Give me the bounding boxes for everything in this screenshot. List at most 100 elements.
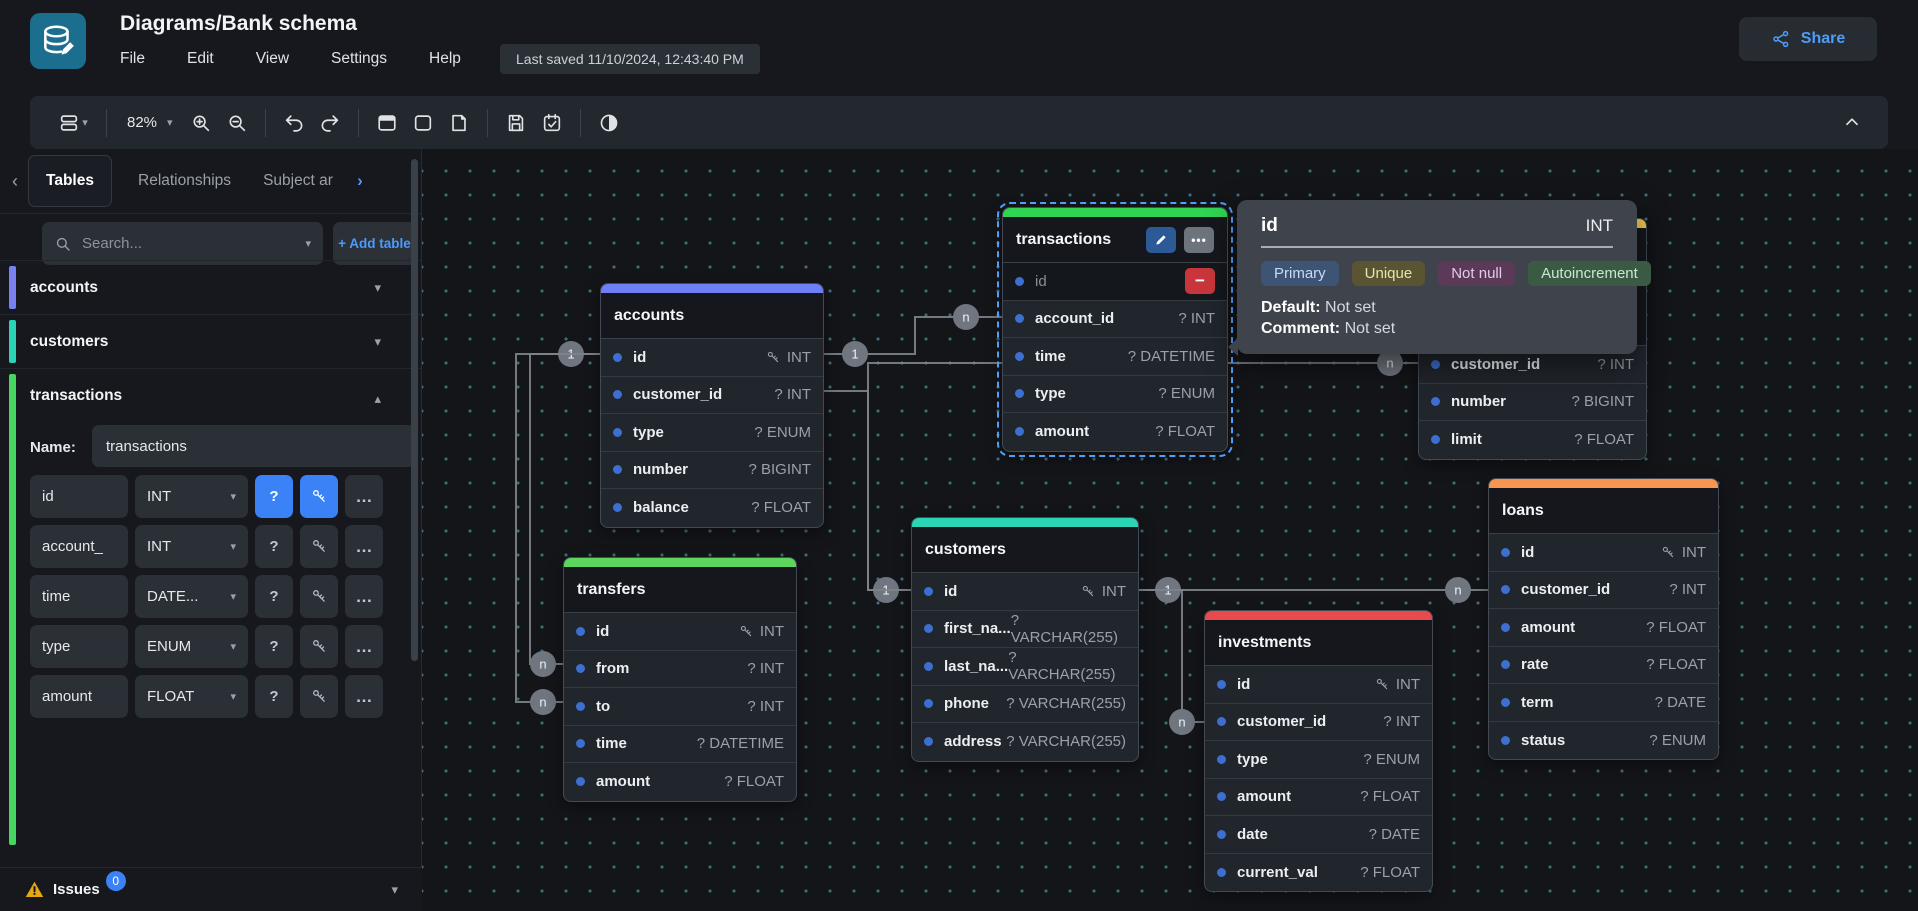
field-row-customer_id[interactable]: customer_id? INT [601,377,823,415]
field-row-id[interactable]: idINT [564,613,796,651]
chevron-down-icon[interactable]: ▾ [374,280,381,296]
share-button[interactable]: Share [1739,17,1877,61]
field-row-last_na[interactable]: last_na...? VARCHAR(255) [912,648,1138,686]
menu-item-view[interactable]: View [256,50,289,68]
search-input[interactable]: Search... ▾ [42,222,323,265]
tab-subject-ar[interactable]: Subject ar [263,172,349,190]
field-row-phone[interactable]: phone? VARCHAR(255) [912,686,1138,724]
relationship-line[interactable] [1137,590,1204,722]
table-header[interactable]: transfers [564,567,796,613]
field-more-button[interactable]: … [345,525,383,568]
field-row-customer_id[interactable]: customer_id? INT [1489,572,1718,610]
primary-key-toggle-button[interactable] [300,625,338,668]
field-name-input[interactable]: account_ [30,525,128,568]
field-row-type[interactable]: type? ENUM [1205,741,1432,779]
field-row-amount[interactable]: amount? FLOAT [564,763,796,801]
diagram-canvas[interactable]: 1n1nn1n1nn accountsidINTcustomer_id? INT… [422,149,1918,911]
nullable-toggle-button[interactable]: ? [255,675,293,718]
field-row-first_na[interactable]: first_na...? VARCHAR(255) [912,611,1138,649]
add-area-button[interactable] [405,105,441,141]
field-row-id[interactable]: id− [1003,263,1227,301]
field-row-status[interactable]: status? ENUM [1489,722,1718,760]
field-more-button[interactable]: … [345,675,383,718]
search-dropdown-icon[interactable]: ▾ [305,237,311,250]
field-row-number[interactable]: number? BIGINT [601,452,823,490]
field-more-button[interactable]: … [345,475,383,518]
field-row-customer_id[interactable]: customer_id? INT [1205,704,1432,742]
field-name-input[interactable]: type [30,625,128,668]
field-row-id[interactable]: idINT [912,573,1138,611]
sidebar-table-label[interactable]: transactions [30,387,122,405]
nullable-toggle-button[interactable]: ? [255,575,293,618]
primary-key-toggle-button[interactable] [300,525,338,568]
edit-table-button[interactable] [1146,227,1176,253]
field-row-time[interactable]: time? DATETIME [564,726,796,764]
field-row-rate[interactable]: rate? FLOAT [1489,647,1718,685]
nullable-toggle-button[interactable]: ? [255,625,293,668]
table-investments[interactable]: investmentsidINTcustomer_id? INTtype? EN… [1204,610,1433,892]
theme-button[interactable] [591,105,627,141]
nullable-toggle-button[interactable]: ? [255,475,293,518]
field-row-from[interactable]: from? INT [564,651,796,689]
tab-tables[interactable]: Tables [28,155,112,207]
table-transactions[interactable]: transactions•••id−account_id? INTtime? D… [1002,207,1228,452]
menu-item-settings[interactable]: Settings [331,50,387,68]
tab-relationships[interactable]: Relationships [138,172,231,190]
zoom-in-button[interactable] [183,105,219,141]
tabs-back-icon[interactable]: ‹ [12,171,18,192]
collapse-toolbar-button[interactable] [1834,104,1870,140]
field-row-time[interactable]: time? DATETIME [1003,338,1227,376]
menu-item-file[interactable]: File [120,50,145,68]
field-row-amount[interactable]: amount? FLOAT [1003,413,1227,451]
table-header[interactable]: investments [1205,620,1432,666]
field-type-select[interactable]: ENUM▾ [135,625,248,668]
chevron-down-icon[interactable]: ▾ [374,334,381,350]
add-table-button[interactable]: + Add table [333,222,416,265]
field-row-term[interactable]: term? DATE [1489,684,1718,722]
table-header[interactable]: loans [1489,488,1718,534]
field-name-input[interactable]: amount [30,675,128,718]
field-name-input[interactable]: id [30,475,128,518]
table-customers[interactable]: customersidINTfirst_na...? VARCHAR(255)l… [911,517,1139,762]
field-row-account_id[interactable]: account_id? INT [1003,301,1227,339]
field-row-id[interactable]: idINT [1205,666,1432,704]
field-type-select[interactable]: INT▾ [135,525,248,568]
table-header[interactable]: transactions••• [1003,217,1227,263]
table-transfers[interactable]: transfersidINTfrom? INTto? INTtime? DATE… [563,557,797,802]
issues-bar[interactable]: Issues 0 ▾ [0,867,422,911]
primary-key-toggle-button[interactable] [300,475,338,518]
delete-field-button[interactable]: − [1185,268,1215,294]
field-more-button[interactable]: … [345,625,383,668]
field-row-id[interactable]: idINT [1489,534,1718,572]
primary-key-toggle-button[interactable] [300,575,338,618]
sidebar-table-customers[interactable]: customers▾ [0,314,421,368]
field-row-type[interactable]: type? ENUM [601,414,823,452]
primary-key-toggle-button[interactable] [300,675,338,718]
table-header[interactable]: accounts [601,293,823,339]
field-row-current_val[interactable]: current_val? FLOAT [1205,854,1432,892]
field-row-balance[interactable]: balance? FLOAT [601,489,823,527]
field-row-amount[interactable]: amount? FLOAT [1489,609,1718,647]
field-row-id[interactable]: idINT [601,339,823,377]
field-more-button[interactable]: … [345,575,383,618]
sidebar-table-accounts[interactable]: accounts▾ [0,260,421,314]
field-row-address[interactable]: address? VARCHAR(255) [912,723,1138,761]
zoom-level-select[interactable]: 82%▾ [117,114,183,131]
diagram-select-button[interactable]: ▾ [50,105,96,141]
field-row-amount[interactable]: amount? FLOAT [1205,779,1432,817]
chevron-up-icon[interactable]: ▴ [374,391,381,407]
relationship-line[interactable] [822,391,911,590]
nullable-toggle-button[interactable]: ? [255,525,293,568]
redo-button[interactable] [312,105,348,141]
field-type-select[interactable]: INT▾ [135,475,248,518]
add-table-button[interactable] [369,105,405,141]
field-row-number[interactable]: number? BIGINT [1419,384,1646,422]
add-note-button[interactable] [441,105,477,141]
field-type-select[interactable]: FLOAT▾ [135,675,248,718]
issues-chevron-icon[interactable]: ▾ [391,882,398,898]
menu-item-help[interactable]: Help [429,50,461,68]
zoom-out-button[interactable] [219,105,255,141]
field-row-type[interactable]: type? ENUM [1003,376,1227,414]
menu-item-edit[interactable]: Edit [187,50,214,68]
table-accounts[interactable]: accountsidINTcustomer_id? INTtype? ENUMn… [600,283,824,528]
